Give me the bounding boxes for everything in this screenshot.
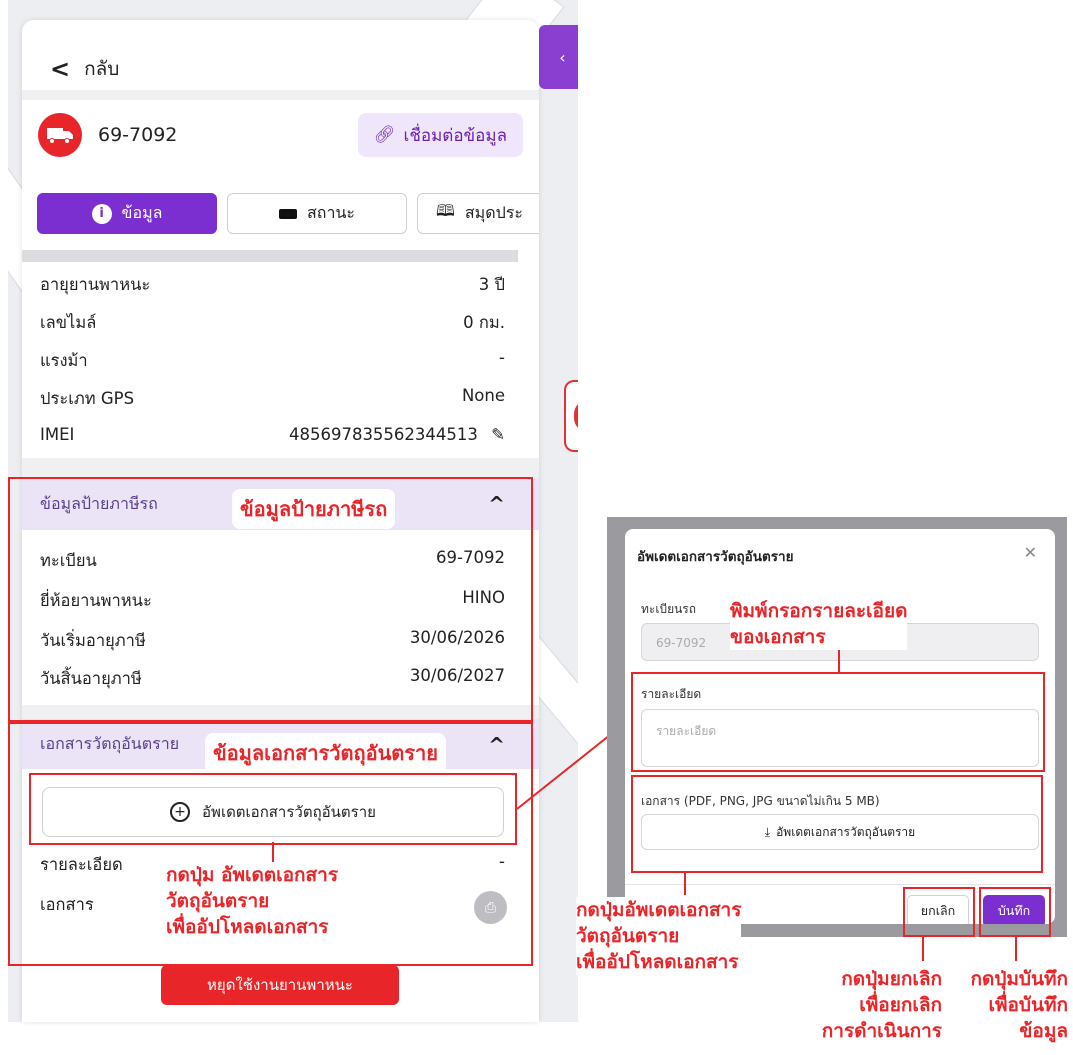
info-row: อายุยานพาหนะ 3 ปี — [40, 275, 505, 294]
vehicle-plate: 69-7092 — [98, 124, 178, 146]
truck-icon — [38, 113, 82, 157]
edit-icon[interactable]: ✎︎ — [491, 425, 505, 444]
annotation-connector — [516, 730, 616, 810]
info-row-imei: IMEI 485697835562344513 ✎︎ — [40, 425, 505, 444]
back-button[interactable]: < กลับ — [50, 54, 119, 84]
info-row: ประเภท GPS None — [40, 386, 505, 408]
divider — [22, 458, 539, 478]
chevron-left-icon: < — [50, 55, 71, 83]
tab-logbook-label: สมุดประ — [464, 203, 523, 222]
info-row: เลขไมล์ 0 กม. — [40, 313, 505, 332]
modal-title: อัพเดตเอกสารวัตถุอันตราย — [637, 549, 794, 565]
connect-data-button[interactable]: 🔗︎ เชื่อมต่อข้อมูล — [357, 113, 523, 157]
annotation-box — [979, 887, 1051, 937]
annotation-label: ข้อมูลเอกสารวัตถุอันตราย — [205, 733, 446, 773]
tab-logbook[interactable]: 🕮︎ สมุดประ — [417, 193, 539, 234]
tab-bar: i ข้อมูล สถานะ 🕮︎ สมุดประ — [37, 193, 539, 234]
annotation-text: พิมพ์กรอกรายละเอียด ของเอกสาร — [730, 598, 908, 650]
tab-status-label: สถานะ — [307, 203, 355, 222]
annotation-arrow — [838, 650, 840, 672]
back-label: กลับ — [84, 58, 120, 80]
vehicle-header: 69-7092 🔗︎ เชื่อมต่อข้อมูล — [38, 113, 523, 157]
plate-label: ทะเบียนรถ — [641, 602, 697, 616]
link-icon: 🔗︎ — [373, 125, 396, 145]
connect-data-label: เชื่อมต่อข้อมูล — [403, 125, 507, 146]
battery-icon — [279, 208, 298, 219]
annotation-box — [903, 887, 975, 937]
stop-vehicle-button[interactable]: หยุดใช้งานยานพาหนะ — [161, 965, 399, 1005]
annotation-box — [631, 672, 1045, 772]
annotation-arrow — [272, 842, 274, 862]
annotation-arrow — [922, 937, 924, 961]
tab-status[interactable]: สถานะ — [227, 193, 407, 234]
horizontal-scrollbar[interactable] — [22, 250, 518, 262]
close-icon[interactable]: ✕ — [1024, 543, 1037, 562]
divider — [22, 90, 539, 100]
annotation-text: กดปุ่ม อัพเดตเอกสาร วัตถุอันตราย เพื่ออั… — [166, 862, 339, 940]
tab-info[interactable]: i ข้อมูล — [37, 193, 217, 234]
info-icon: i — [91, 203, 112, 224]
info-row: แรงม้า - — [40, 348, 505, 370]
divider — [625, 884, 1055, 885]
annotation-box — [631, 775, 1043, 873]
annotation-text: กดปุ่มอัพเดตเอกสาร วัตถุอันตราย เพื่ออัป… — [576, 897, 742, 975]
map-marker[interactable] — [564, 380, 578, 452]
annotation-arrow — [684, 873, 686, 895]
tab-info-label: ข้อมูล — [121, 203, 163, 222]
book-icon: 🕮︎ — [436, 201, 455, 220]
annotation-box — [29, 773, 517, 845]
annotation-text: กดปุ่มยกเลิก เพื่อยกเลิก การดำเนินการ — [812, 966, 942, 1044]
annotation-arrow — [1015, 937, 1017, 961]
annotation-text: กดปุ่มบันทึก เพื่อบันทึก ข้อมูล — [950, 966, 1068, 1044]
annotation-label: ข้อมูลป้ายภาษีรถ — [232, 489, 396, 529]
collapse-panel-tab[interactable]: ‹ — [539, 25, 578, 89]
